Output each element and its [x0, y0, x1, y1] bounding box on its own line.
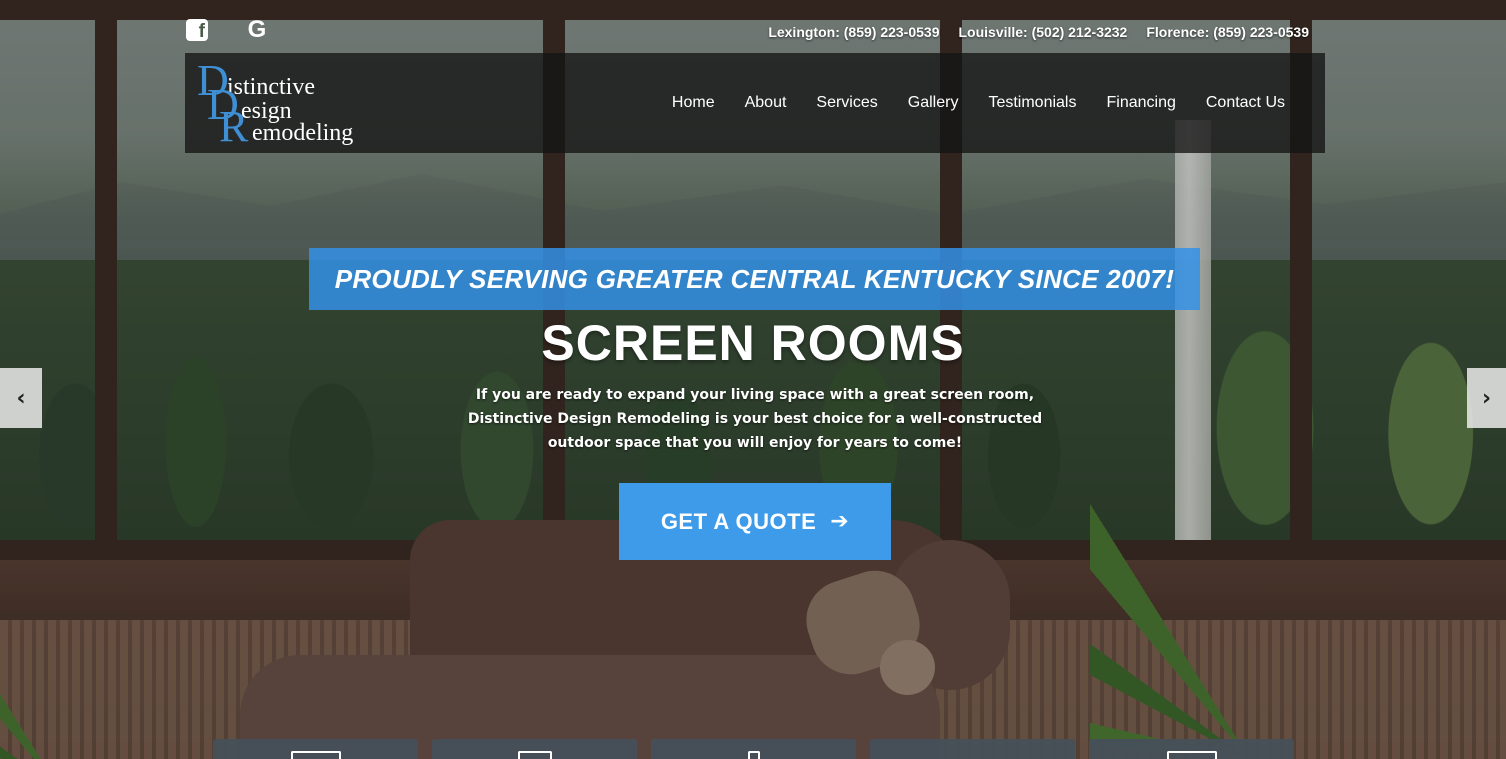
nav-testimonials[interactable]: Testimonials: [988, 94, 1076, 112]
hero-tagline-banner: PROUDLY SERVING GREATER CENTRAL KENTUCKY…: [309, 248, 1200, 310]
facebook-icon: [186, 19, 208, 43]
nav-gallery[interactable]: Gallery: [908, 94, 959, 112]
nav-financing[interactable]: Financing: [1106, 94, 1175, 112]
monitor-icon: [1166, 751, 1217, 759]
site-logo[interactable]: D istinctive D esign R emodeling: [197, 59, 387, 151]
phone-lexington[interactable]: Lexington: (859) 223-0539: [768, 24, 939, 40]
google-link[interactable]: G: [245, 18, 269, 42]
hourglass-icon: [747, 751, 760, 759]
get-a-quote-button[interactable]: GET A QUOTE ➔: [619, 483, 891, 560]
hero-tagline: PROUDLY SERVING GREATER CENTRAL KENTUCKY…: [334, 263, 1175, 294]
window-icon: [517, 751, 552, 759]
hero-title: SCREEN ROOMS: [541, 315, 965, 371]
feature-card[interactable]: [870, 739, 1075, 759]
nav-services[interactable]: Services: [816, 94, 877, 112]
feature-card[interactable]: [213, 739, 418, 759]
nav-home[interactable]: Home: [672, 94, 715, 112]
arrow-right-icon: ➔: [830, 509, 850, 534]
nav-contact-us[interactable]: Contact Us: [1206, 94, 1285, 112]
slider-prev-button[interactable]: ‹: [0, 368, 42, 428]
logo-word-distinctive: istinctive: [227, 74, 315, 100]
phone-numbers: Lexington: (859) 223-0539 Louisville: (5…: [768, 24, 1309, 40]
google-icon: G: [247, 16, 267, 43]
hero-description: If you are ready to expand your living s…: [467, 387, 1043, 451]
feature-card[interactable]: [432, 739, 637, 759]
site-header: D istinctive D esign R emodeling Home Ab…: [185, 53, 1325, 153]
logo-word-remodeling: emodeling: [252, 120, 354, 146]
phone-florence[interactable]: Florence: (859) 223-0539: [1146, 24, 1309, 40]
phone-louisville[interactable]: Louisville: (502) 212-3232: [958, 24, 1127, 40]
feature-card[interactable]: [1089, 739, 1294, 759]
social-links: G: [185, 18, 269, 43]
feature-cards: [213, 739, 1294, 759]
main-nav: Home About Services Gallery Testimonials…: [672, 53, 1285, 153]
nav-about[interactable]: About: [745, 94, 787, 112]
get-a-quote-label: GET A QUOTE: [660, 508, 817, 534]
monitor-icon: [290, 751, 341, 759]
facebook-link[interactable]: [185, 18, 209, 43]
slider-next-button[interactable]: ›: [1467, 368, 1506, 428]
logo-letter-r: R: [219, 102, 249, 151]
chevron-right-icon: ›: [1481, 385, 1492, 411]
feature-card[interactable]: [651, 739, 856, 759]
chevron-left-icon: ‹: [16, 385, 26, 411]
